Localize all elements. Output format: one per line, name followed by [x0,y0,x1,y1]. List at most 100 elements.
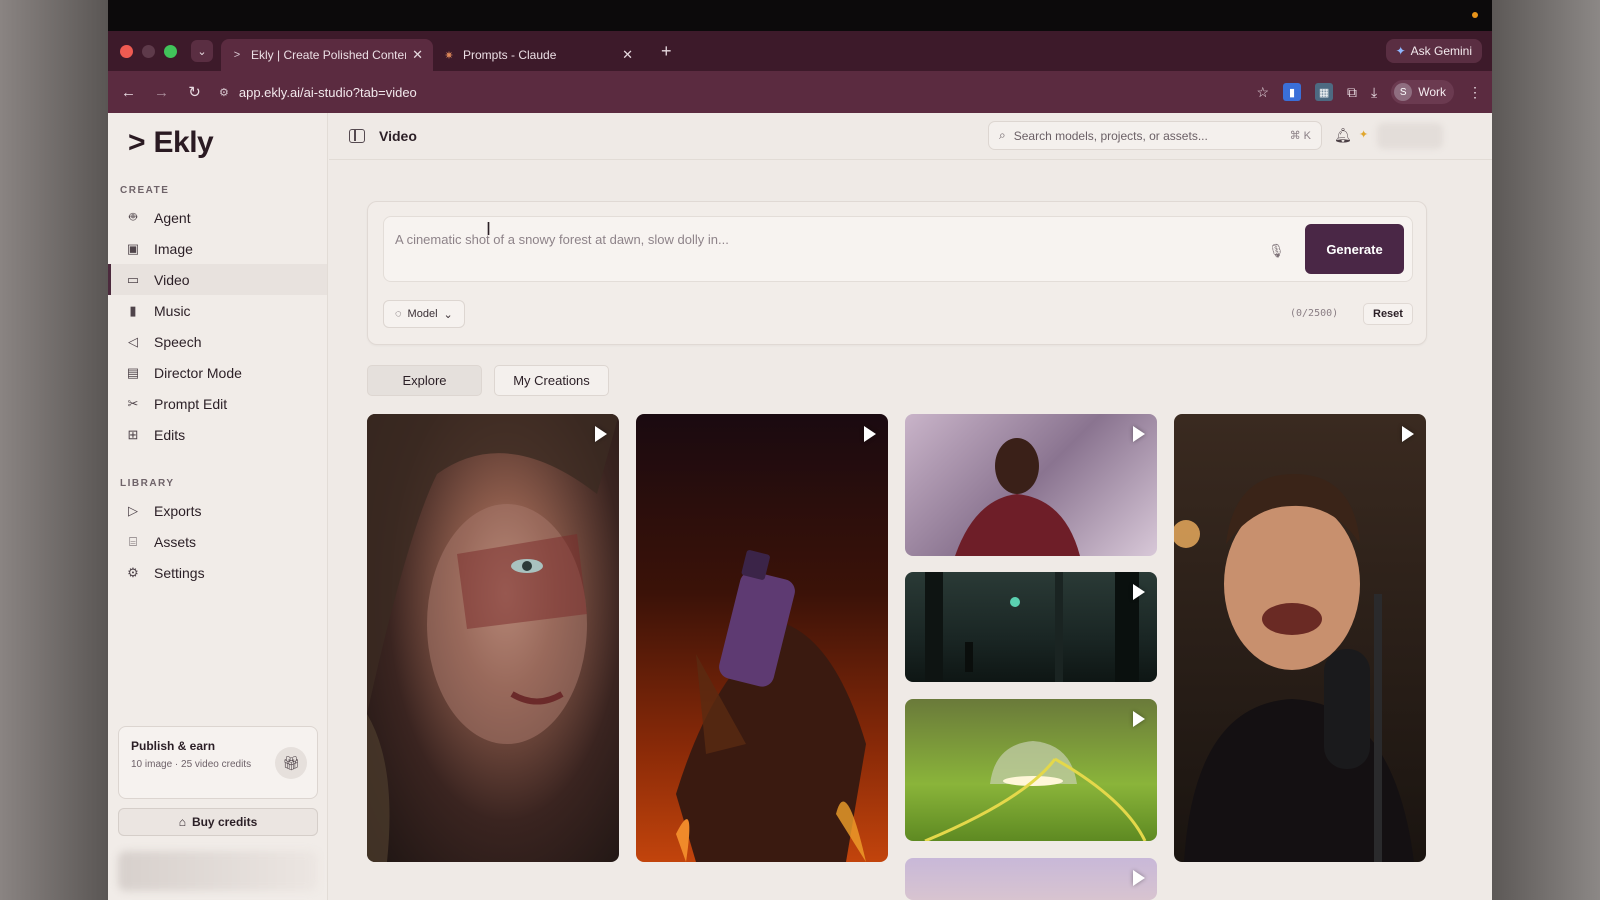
play-icon[interactable] [1133,870,1145,886]
sidebar-item-director-mode[interactable]: ▤ Director Mode [108,357,327,388]
sidebar: > Ekly CREATE 🤖︎ Agent ▣ Image ▭ Video ▮ Mus… [108,113,328,900]
sparkle-icon[interactable]: ✦ [1359,128,1368,141]
generate-button[interactable]: Generate [1305,224,1404,274]
video-thumbnail[interactable] [905,699,1157,841]
sidebar-item-settings[interactable]: ⚙ Settings [108,557,327,588]
play-icon[interactable] [864,426,876,442]
sidebar-item-edits[interactable]: ⊞ Edits [108,419,327,450]
tab-search-chevron-icon[interactable]: ⌄ [191,40,213,62]
browser-window: ⌄ > Ekly | Create Polished Content ✕ ✷ P… [108,0,1492,900]
video-icon: ▭ [126,271,140,287]
browser-tab-claude[interactable]: ✷ Prompts - Claude ✕ [433,39,643,71]
search-input[interactable]: ⌕ Search models, projects, or assets... … [988,121,1322,150]
prompt-placeholder: A cinematic shot of a snowy forest at da… [395,232,729,247]
tab-explore[interactable]: Explore [367,365,482,396]
microphone-icon[interactable]: 🎙︎ [1268,243,1285,259]
robot-icon: 🤖︎ [129,208,137,224]
extensions-puzzle-icon[interactable]: ⧉ [1347,84,1357,101]
account-row[interactable] [118,851,318,891]
gift-icon[interactable]: 🎁︎ [275,747,307,779]
minimize-window-icon[interactable] [142,44,155,58]
page-title: Video [379,128,417,144]
gear-icon: ⚙ [127,564,139,580]
system-bar [108,0,1492,31]
video-thumbnail[interactable] [905,414,1157,556]
play-icon[interactable] [595,426,607,442]
sidebar-item-label: Edits [154,426,186,443]
logo[interactable]: > Ekly [128,123,327,163]
edit-icon: ⊞ [127,426,139,442]
library-nav: ▷ Exports ⌸ Assets ⚙ Settings [108,495,327,588]
bookmark-star-icon[interactable]: ☆ [1256,84,1269,101]
ask-gemini-button[interactable]: ✦ Ask Gemini [1385,39,1482,63]
sidebar-item-label: Agent [154,209,191,226]
extension-icon[interactable]: ▦ [1315,83,1334,101]
section-library-label: LIBRARY [120,478,175,489]
presenter-portrait-icon [1174,474,1414,862]
site-settings-icon[interactable]: ⚙ [219,86,229,99]
browser-tab-ekly[interactable]: > Ekly | Create Polished Content ✕ [221,39,433,71]
browser-actions: ☆ ▮ ▦ ⧉ ⤓ S Work ⋮ [1256,80,1482,104]
sidebar-item-video[interactable]: ▭ Video [108,264,327,295]
reset-button[interactable]: Reset [1363,303,1413,325]
sidebar-item-prompt-edit[interactable]: ✂ Prompt Edit [108,388,327,419]
model-select[interactable]: ◌ Model ⌄ [383,300,465,328]
browser-menu-icon[interactable]: ⋮ [1468,84,1482,101]
prompt-card: A cinematic shot of a snowy forest at da… [367,201,1427,345]
recording-dot [1472,12,1478,18]
folder-icon: ⌸ [129,533,137,549]
sidebar-item-image[interactable]: ▣ Image [108,233,327,264]
sidebar-item-label: Prompt Edit [154,395,228,412]
profile-label: Work [1418,85,1446,99]
play-icon[interactable] [1402,426,1414,442]
user-menu[interactable] [1377,123,1443,149]
profile-button[interactable]: S Work [1391,80,1454,104]
publish-earn-card[interactable]: Publish & earn 10 image · 25 video credi… [118,726,318,799]
video-thumbnail[interactable] [636,414,888,862]
video-thumbnail[interactable] [367,414,619,862]
sidebar-item-label: Director Mode [154,364,242,381]
backdrop-left [0,0,108,900]
close-window-icon[interactable] [120,44,133,58]
toggle-sidebar-icon[interactable] [349,129,365,143]
close-tab-icon[interactable]: ✕ [412,47,423,63]
forward-icon[interactable]: → [145,84,178,101]
sidebar-item-assets[interactable]: ⌸ Assets [108,526,327,557]
buy-credits-button[interactable]: ⌂ Buy credits [118,808,318,836]
sidebar-item-agent[interactable]: 🤖︎ Agent [108,202,327,233]
bell-icon[interactable]: 🔔︎ [1334,127,1352,144]
reload-icon[interactable]: ↻ [178,83,211,101]
new-tab-icon[interactable]: + [661,41,672,62]
model-icon: ◌ [395,308,402,320]
sidebar-item-music[interactable]: ▮ Music [108,295,327,326]
tab-title: Ekly | Create Polished Content [251,48,407,62]
prompt-input[interactable]: A cinematic shot of a snowy forest at da… [383,216,1413,282]
sidebar-item-label: Assets [154,533,197,550]
extension-icon[interactable]: ▮ [1283,83,1302,101]
tab-title: Prompts - Claude [463,48,557,62]
play-icon[interactable] [1133,426,1145,442]
video-thumbnail[interactable] [905,858,1157,900]
woman-portrait-icon [955,438,1080,556]
tab-my-creations[interactable]: My Creations [494,365,609,396]
play-icon[interactable] [1133,711,1145,727]
sidebar-item-exports[interactable]: ▷ Exports [108,495,327,526]
video-thumbnail[interactable] [905,572,1157,682]
warrior-portrait-icon [367,414,619,862]
sidebar-item-label: Image [154,240,193,257]
music-icon: ▮ [129,302,137,318]
url-field[interactable]: ⚙ app.ekly.ai/ai-studio?tab=video [219,85,417,100]
page-header: Video ⌕ Search models, projects, or asse… [329,113,1492,160]
download-icon[interactable]: ⤓ [1371,84,1377,101]
video-thumbnail[interactable] [1174,414,1426,862]
maximize-window-icon[interactable] [164,44,177,58]
play-icon[interactable] [1133,584,1145,600]
gallery-tabs: Explore My Creations [367,365,609,396]
back-icon[interactable]: ← [112,84,145,101]
publish-subtitle: 10 image · 25 video credits [131,759,252,770]
search-shortcut: ⌘ K [1289,130,1311,142]
close-tab-icon[interactable]: ✕ [622,47,633,63]
water-droplet-icon [924,741,1147,841]
sidebar-item-speech[interactable]: ◁ Speech [108,326,327,357]
chevron-down-icon: ⌄ [443,308,453,321]
